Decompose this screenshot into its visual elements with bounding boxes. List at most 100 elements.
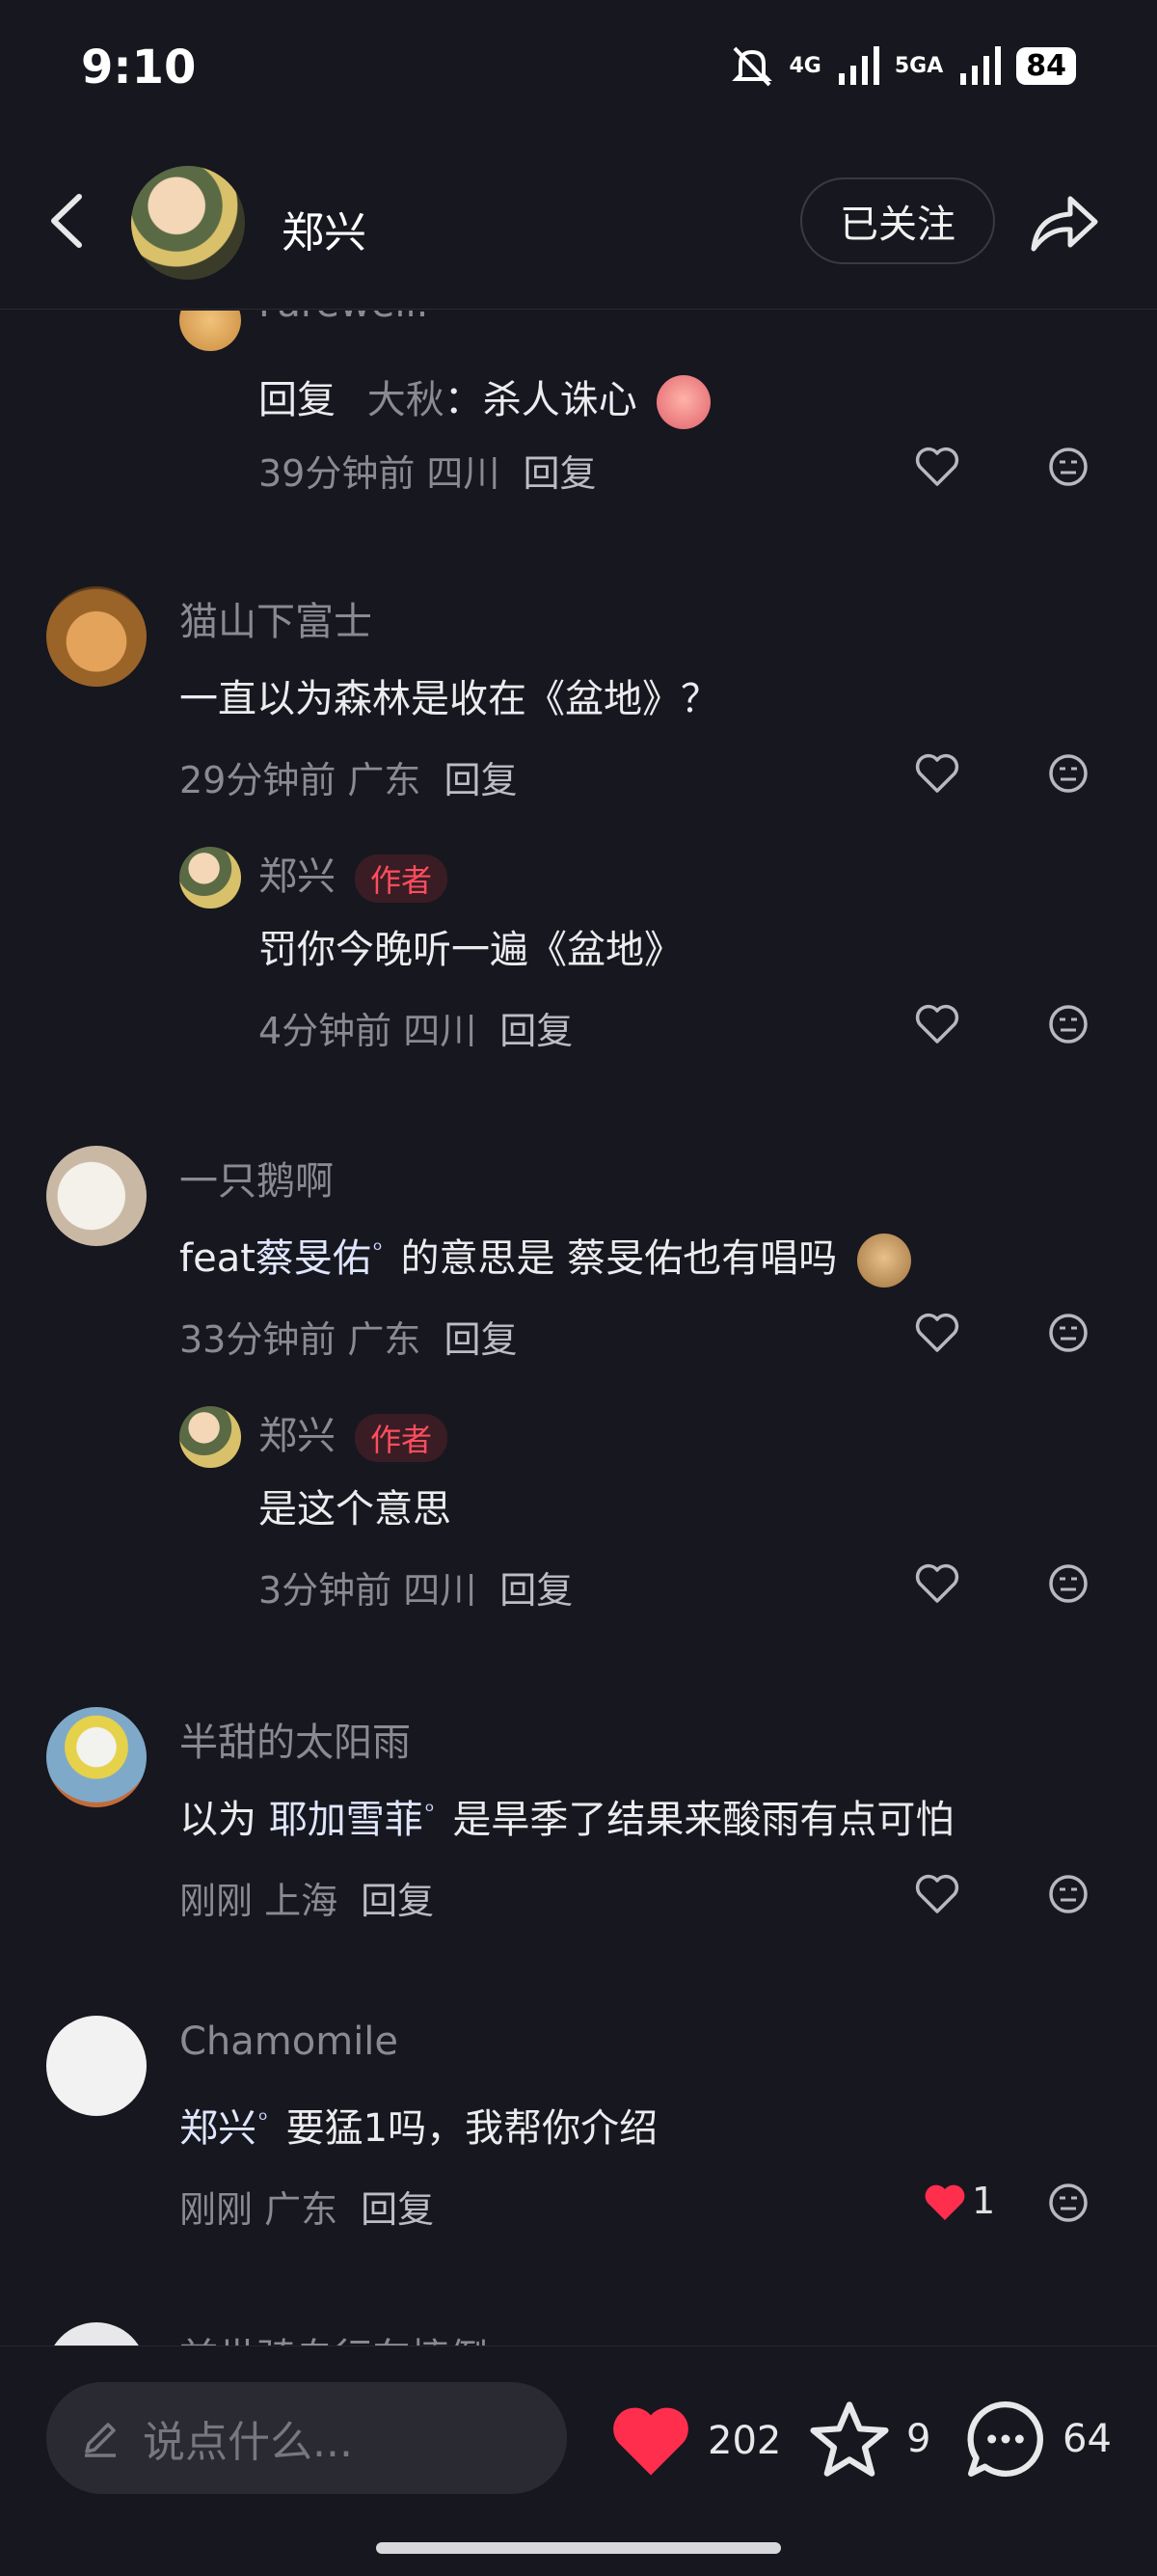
like-heart-icon[interactable] <box>914 1873 960 1915</box>
comment-username[interactable]: Farewell. <box>258 311 428 326</box>
comment-like-count: 1 <box>972 2180 996 2222</box>
comment-text: 是这个意思 <box>258 1487 451 1532</box>
reply-button[interactable]: 回复 <box>523 452 596 495</box>
follow-button[interactable]: 已关注 <box>800 177 995 264</box>
comment-username[interactable]: 半甜的太阳雨 <box>179 1711 411 1767</box>
avatar[interactable] <box>46 1707 147 1807</box>
status-time: 9:10 <box>81 41 197 95</box>
dislike-face-icon[interactable] <box>1047 752 1090 795</box>
avatar[interactable] <box>46 586 147 687</box>
dislike-face-icon[interactable] <box>1047 1003 1090 1045</box>
comment-text: feat蔡旻佑ᵒ 的意思是 蔡旻佑也有唱吗 <box>179 1227 911 1288</box>
comment-time-location: 39分钟前 四川 <box>258 452 500 495</box>
comment-time-location: 29分钟前 广东 <box>179 759 421 801</box>
search-small-icon: ᵒ <box>424 1797 435 1825</box>
back-arrow-icon[interactable] <box>42 191 91 251</box>
comment-text: 回复 大秋：杀人诛心 <box>258 368 712 429</box>
comment-username[interactable]: 郑兴 作者 <box>258 1404 448 1462</box>
network-5ga-label: 5GA <box>894 53 944 78</box>
reply-button[interactable]: 回复 <box>361 2188 434 2231</box>
comment-text-post: 是旱季了结果来酸雨有点可怕 <box>440 1798 955 1842</box>
dislike-face-icon[interactable] <box>1047 1312 1090 1354</box>
status-icons: 4G 5GA 84 <box>729 44 1076 87</box>
comment-meta: 3分钟前 四川 回复 <box>258 1560 573 1613</box>
comment-username[interactable]: 一只鹅啊 <box>179 1150 334 1206</box>
avatar[interactable] <box>179 311 241 351</box>
like-heart-icon[interactable] <box>914 1003 960 1045</box>
reply-button[interactable]: 回复 <box>444 1318 517 1361</box>
search-small-icon: ᵒ <box>258 2105 268 2133</box>
reply-button[interactable]: 回复 <box>361 1880 434 1922</box>
comment-meta: 4分钟前 四川 回复 <box>258 1001 573 1054</box>
dislike-face-icon[interactable] <box>1047 446 1090 488</box>
comment-username[interactable]: 猫山下富士 <box>179 590 372 646</box>
comment-text: 郑兴ᵒ 要猛1吗，我帮你介绍 <box>179 2097 658 2153</box>
signal-icon <box>960 46 1002 85</box>
comment-bubble-icon <box>967 2401 1043 2477</box>
comment-time-location: 3分钟前 四川 <box>258 1569 477 1612</box>
share-icon[interactable] <box>1028 185 1101 258</box>
comment-list[interactable]: Farewell. 回复 大秋：杀人诛心 39分钟前 四川回复 猫山下富士 一直… <box>0 311 1157 2346</box>
comment-meta: 29分钟前 广东 回复 <box>179 750 517 803</box>
comment-meta: 39分钟前 四川 回复 <box>258 444 596 497</box>
author-tag: 作者 <box>355 1414 448 1462</box>
comment-input[interactable]: 说点什么... <box>46 2382 567 2494</box>
like-count: 202 <box>708 2419 782 2463</box>
reply-target[interactable]: 大秋 <box>367 378 444 422</box>
search-link[interactable]: 耶加雪菲 <box>269 1798 423 1842</box>
dislike-face-icon[interactable] <box>1047 2182 1090 2224</box>
battery-indicator: 84 <box>1016 46 1076 85</box>
avatar[interactable] <box>179 1406 241 1468</box>
dislike-face-icon[interactable] <box>1047 1562 1090 1605</box>
comment-meta: 刚刚 上海 回复 <box>179 1871 434 1924</box>
comment-time-location: 4分钟前 四川 <box>258 1010 477 1052</box>
comment-count: 64 <box>1063 2417 1112 2461</box>
mute-bell-icon <box>732 46 773 87</box>
comment-text-post: 要猛1吗，我帮你介绍 <box>273 2106 659 2151</box>
comment-time-location: 33分钟前 广东 <box>179 1318 421 1361</box>
search-link[interactable]: 郑兴 <box>179 2106 256 2151</box>
avatar[interactable] <box>46 2016 147 2116</box>
comment-text: 一直以为森林是收在《盆地》？ <box>179 677 719 721</box>
comment-text: 罚你今晚听一遍《盆地》 <box>258 928 683 972</box>
avatar[interactable] <box>46 2322 147 2346</box>
network-4g-label: 4G <box>789 53 821 78</box>
favorite-count: 9 <box>906 2417 931 2461</box>
reply-prefix: 回复 <box>258 378 336 422</box>
search-link[interactable]: 蔡旻佑 <box>256 1236 371 1281</box>
reply-text: ：杀人诛心 <box>444 378 637 422</box>
avatar[interactable] <box>179 847 241 908</box>
reply-button[interactable]: 回复 <box>499 1010 573 1052</box>
home-indicator[interactable] <box>376 2542 781 2554</box>
author-name[interactable]: 郑兴 <box>258 854 336 899</box>
reply-button[interactable]: 回复 <box>444 759 517 801</box>
reply-button[interactable]: 回复 <box>499 1569 573 1612</box>
favorite-button[interactable]: 9 <box>808 2400 930 2479</box>
like-heart-icon[interactable] <box>914 1312 960 1354</box>
author-name[interactable]: 郑兴 <box>258 1414 336 1458</box>
comment-username[interactable]: 郑兴 作者 <box>258 845 448 903</box>
dislike-face-icon[interactable] <box>1047 1873 1090 1915</box>
comment-username[interactable]: Chamomile <box>179 2020 398 2064</box>
like-button[interactable]: 202 <box>609 2403 781 2479</box>
comment-button[interactable]: 64 <box>964 2398 1112 2481</box>
crying-emoji-icon <box>657 375 712 429</box>
comment-text-post: 的意思是 蔡旻佑也有唱吗 <box>388 1236 838 1281</box>
comment-meta: 33分钟前 广东 回复 <box>179 1310 517 1363</box>
comment-text: 以为 耶加雪菲ᵒ 是旱季了结果来酸雨有点可怕 <box>179 1788 954 1844</box>
author-tag: 作者 <box>355 854 448 903</box>
like-heart-icon[interactable] <box>914 446 960 488</box>
avatar[interactable] <box>46 1146 147 1246</box>
author-name[interactable]: 郑兴 <box>282 198 366 259</box>
comment-username[interactable]: 前世骑自行车摔倒 <box>179 2326 488 2346</box>
like-heart-icon[interactable] <box>914 752 960 795</box>
comment-time-location: 刚刚 广东 <box>179 2188 338 2231</box>
author-avatar[interactable] <box>131 166 245 280</box>
heart-filled-icon <box>613 2407 688 2476</box>
comment-input-placeholder: 说点什么... <box>143 2418 353 2467</box>
liked-heart-icon[interactable] <box>922 2182 968 2224</box>
comment-time-location: 刚刚 上海 <box>179 1880 338 1922</box>
like-heart-icon[interactable] <box>914 1562 960 1605</box>
pencil-icon <box>85 2423 116 2457</box>
comment-text-pre: feat <box>179 1236 256 1281</box>
